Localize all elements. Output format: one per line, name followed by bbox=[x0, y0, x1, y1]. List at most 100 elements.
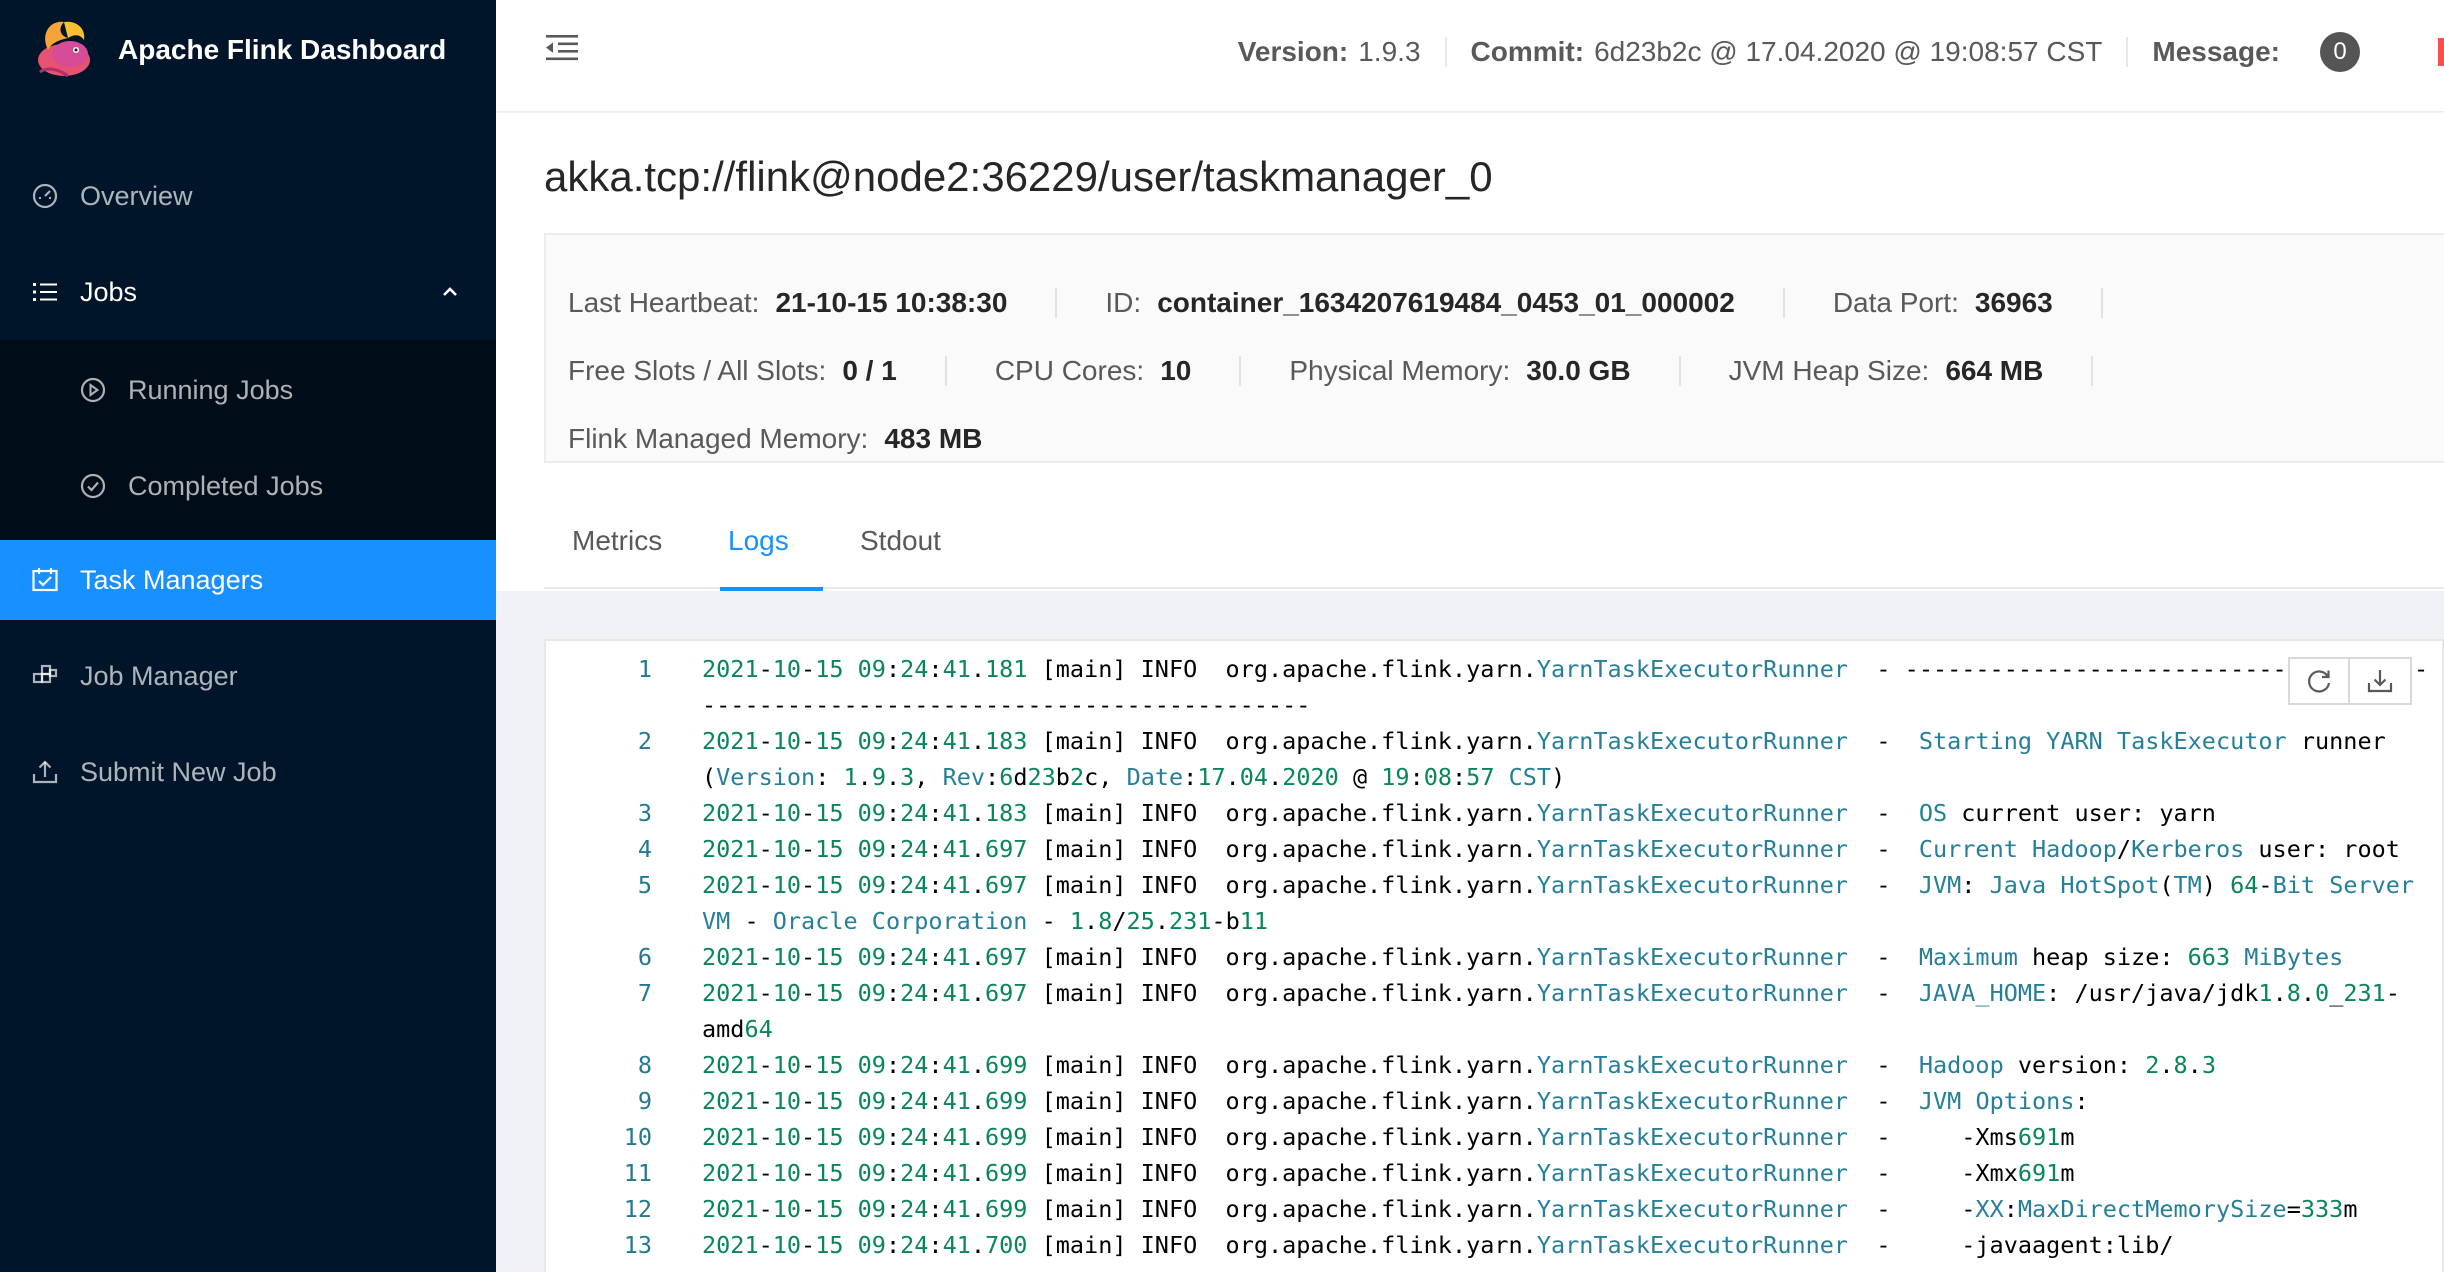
line-number: 9 bbox=[637, 1087, 652, 1115]
line-number: 10 bbox=[623, 1123, 652, 1151]
line-number: 6 bbox=[637, 943, 652, 971]
divider bbox=[1055, 288, 1058, 318]
log-text: 2021-10-15 09:24:41.699 [main] INFO org.… bbox=[702, 1159, 2075, 1187]
commit-label: Commit: bbox=[1470, 36, 1585, 67]
desc-value: 21-10-15 10:38:30 bbox=[775, 287, 1008, 318]
app-title: Apache Flink Dashboard bbox=[118, 34, 447, 65]
line-number: 7 bbox=[637, 979, 652, 1007]
commit-value: 6d23b2c @ 17.04.2020 @ 19:08:57 CST bbox=[1594, 36, 2103, 67]
log-text: 2021-10-15 09:24:41.700 [main] INFO org.… bbox=[702, 1231, 2174, 1259]
desc-value: 10 bbox=[1160, 355, 1192, 386]
version-label: Version: bbox=[1237, 36, 1349, 67]
play-circle-icon bbox=[78, 375, 108, 405]
sidebar-item-overview[interactable]: Overview bbox=[0, 156, 496, 236]
log-line: 3 2021-10-15 09:24:41.183 [main] INFO org… bbox=[546, 795, 2442, 831]
sidebar-item-completed-jobs[interactable]: Completed Jobs bbox=[0, 446, 496, 526]
desc-row-1: Last Heartbeat: 21-10-15 10:38:30 ID: co… bbox=[568, 283, 2151, 323]
log-line: 12 2021-10-15 09:24:41.699 [main] INFO or… bbox=[546, 1191, 2442, 1227]
divider bbox=[1678, 356, 1681, 386]
log-viewer[interactable]: 1 2021-10-15 09:24:41.181 [main] INFO org… bbox=[544, 639, 2444, 1272]
log-text: 2021-10-15 09:24:41.181 [main] INFO org.… bbox=[702, 655, 2429, 719]
log-line: 2 2021-10-15 09:24:41.183 [main] INFO org… bbox=[546, 723, 2442, 795]
desc-value: 483 MB bbox=[884, 423, 983, 454]
sidebar-item-submit-new-job[interactable]: Submit New Job bbox=[0, 732, 496, 812]
line-number: 5 bbox=[637, 871, 652, 899]
desc-label: Free Slots / All Slots: bbox=[568, 355, 827, 386]
tab-logs[interactable]: Logs bbox=[720, 493, 823, 591]
log-text: 2021-10-15 09:24:41.183 [main] INFO org.… bbox=[702, 727, 2400, 791]
header-edge-indicator bbox=[2438, 38, 2444, 66]
sidebar-item-label: Job Manager bbox=[80, 660, 238, 691]
sidebar-item-label: Overview bbox=[80, 180, 193, 211]
log-line: 9 2021-10-15 09:24:41.699 [main] INFO org… bbox=[546, 1083, 2442, 1119]
desc-value: 0 / 1 bbox=[842, 355, 897, 386]
tab-stdout[interactable]: Stdout bbox=[860, 493, 941, 589]
desc-jvm-heap: JVM Heap Size: 664 MB bbox=[1729, 355, 2142, 387]
sidebar-item-label: Jobs bbox=[80, 276, 138, 307]
desc-label: Flink Managed Memory: bbox=[568, 423, 869, 454]
desc-managed-memory: Flink Managed Memory: 483 MB bbox=[568, 423, 982, 455]
desc-label: JVM Heap Size: bbox=[1728, 355, 1930, 386]
divider bbox=[1782, 288, 1785, 318]
desc-id: ID: container_1634207619484_0453_01_0000… bbox=[1105, 287, 1832, 319]
desc-cpu-cores: CPU Cores: 10 bbox=[995, 355, 1290, 387]
download-icon bbox=[2367, 670, 2393, 693]
sidebar-item-running-jobs[interactable]: Running Jobs bbox=[0, 350, 496, 430]
log-toolbar bbox=[2288, 657, 2412, 705]
log-text: 2021-10-15 09:24:41.697 [main] INFO org.… bbox=[702, 835, 2400, 863]
desc-value: 36963 bbox=[1974, 287, 2053, 318]
reload-button[interactable] bbox=[2288, 657, 2350, 705]
tab-metrics[interactable]: Metrics bbox=[572, 493, 662, 589]
sidebar-item-label: Submit New Job bbox=[80, 756, 277, 787]
log-line: 10 2021-10-15 09:24:41.699 [main] INFO or… bbox=[546, 1119, 2442, 1155]
log-line: 6 2021-10-15 09:24:41.697 [main] INFO org… bbox=[546, 939, 2442, 975]
desc-label: Data Port: bbox=[1832, 287, 1959, 318]
sidebar-item-jobs[interactable]: Jobs bbox=[0, 252, 496, 332]
desc-label: Physical Memory: bbox=[1289, 355, 1511, 386]
version-value: 1.9.3 bbox=[1358, 36, 1421, 67]
sidebar-item-job-manager[interactable]: Job Manager bbox=[0, 636, 496, 716]
sidebar: Apache Flink Dashboard Overview Jobs Run… bbox=[0, 0, 496, 1272]
upload-icon bbox=[30, 757, 60, 787]
tab-bar: Metrics Logs Stdout bbox=[544, 493, 2444, 591]
log-text: 2021-10-15 09:24:41.697 [main] INFO org.… bbox=[702, 979, 2400, 1043]
desc-last-heartbeat: Last Heartbeat: 21-10-15 10:38:30 bbox=[568, 287, 1105, 319]
build-icon bbox=[30, 661, 60, 691]
page-title: akka.tcp://flink@node2:36229/user/taskma… bbox=[544, 153, 1493, 200]
log-text: 2021-10-15 09:24:41.699 [main] INFO org.… bbox=[702, 1087, 2089, 1115]
download-button[interactable] bbox=[2350, 657, 2412, 705]
log-line: 7 2021-10-15 09:24:41.697 [main] INFO org… bbox=[546, 975, 2442, 1047]
top-header: Version: 1.9.3 Commit: 6d23b2c @ 17.04.2… bbox=[496, 0, 2444, 112]
line-number: 3 bbox=[637, 799, 652, 827]
sidebar-item-label: Task Managers bbox=[80, 564, 264, 595]
line-number: 8 bbox=[637, 1051, 652, 1079]
line-number: 2 bbox=[637, 727, 652, 755]
log-line: 5 2021-10-15 09:24:41.697 [main] INFO org… bbox=[546, 867, 2442, 939]
divider bbox=[2091, 356, 2094, 386]
desc-label: ID: bbox=[1105, 287, 1142, 318]
log-line: 8 2021-10-15 09:24:41.699 [main] INFO org… bbox=[546, 1047, 2442, 1083]
desc-data-port: Data Port: 36963 bbox=[1833, 287, 2151, 319]
desc-label: CPU Cores: bbox=[994, 355, 1145, 386]
sidebar-item-task-managers[interactable]: Task Managers bbox=[0, 540, 496, 620]
taskmanager-descriptions: Last Heartbeat: 21-10-15 10:38:30 ID: co… bbox=[544, 233, 2444, 463]
message-count-badge[interactable]: 0 bbox=[2320, 32, 2360, 72]
brand[interactable]: Apache Flink Dashboard bbox=[0, 0, 496, 110]
reload-icon bbox=[2308, 670, 2331, 693]
log-area: 1 2021-10-15 09:24:41.181 [main] INFO org… bbox=[496, 591, 2444, 1272]
divider bbox=[944, 356, 947, 386]
line-number: 13 bbox=[623, 1231, 652, 1259]
log-line: 13 2021-10-15 09:24:41.700 [main] INFO or… bbox=[546, 1227, 2442, 1263]
line-number: 11 bbox=[623, 1159, 652, 1187]
main-content: akka.tcp://flink@node2:36229/user/taskma… bbox=[496, 113, 2444, 1272]
log-text: 2021-10-15 09:24:41.699 [main] INFO org.… bbox=[702, 1051, 2216, 1079]
desc-slots: Free Slots / All Slots: 0 / 1 bbox=[568, 355, 995, 387]
desc-physical-memory: Physical Memory: 30.0 GB bbox=[1289, 355, 1728, 387]
schedule-icon bbox=[30, 565, 60, 595]
list-icon bbox=[30, 277, 60, 307]
menu-fold-icon[interactable] bbox=[544, 30, 580, 66]
header-info: Version: 1.9.3 Commit: 6d23b2c @ 17.04.2… bbox=[1238, 30, 2444, 74]
chevron-up-icon bbox=[440, 282, 460, 302]
message-label[interactable]: Message: bbox=[2152, 36, 2280, 68]
dashboard-icon bbox=[30, 181, 60, 211]
